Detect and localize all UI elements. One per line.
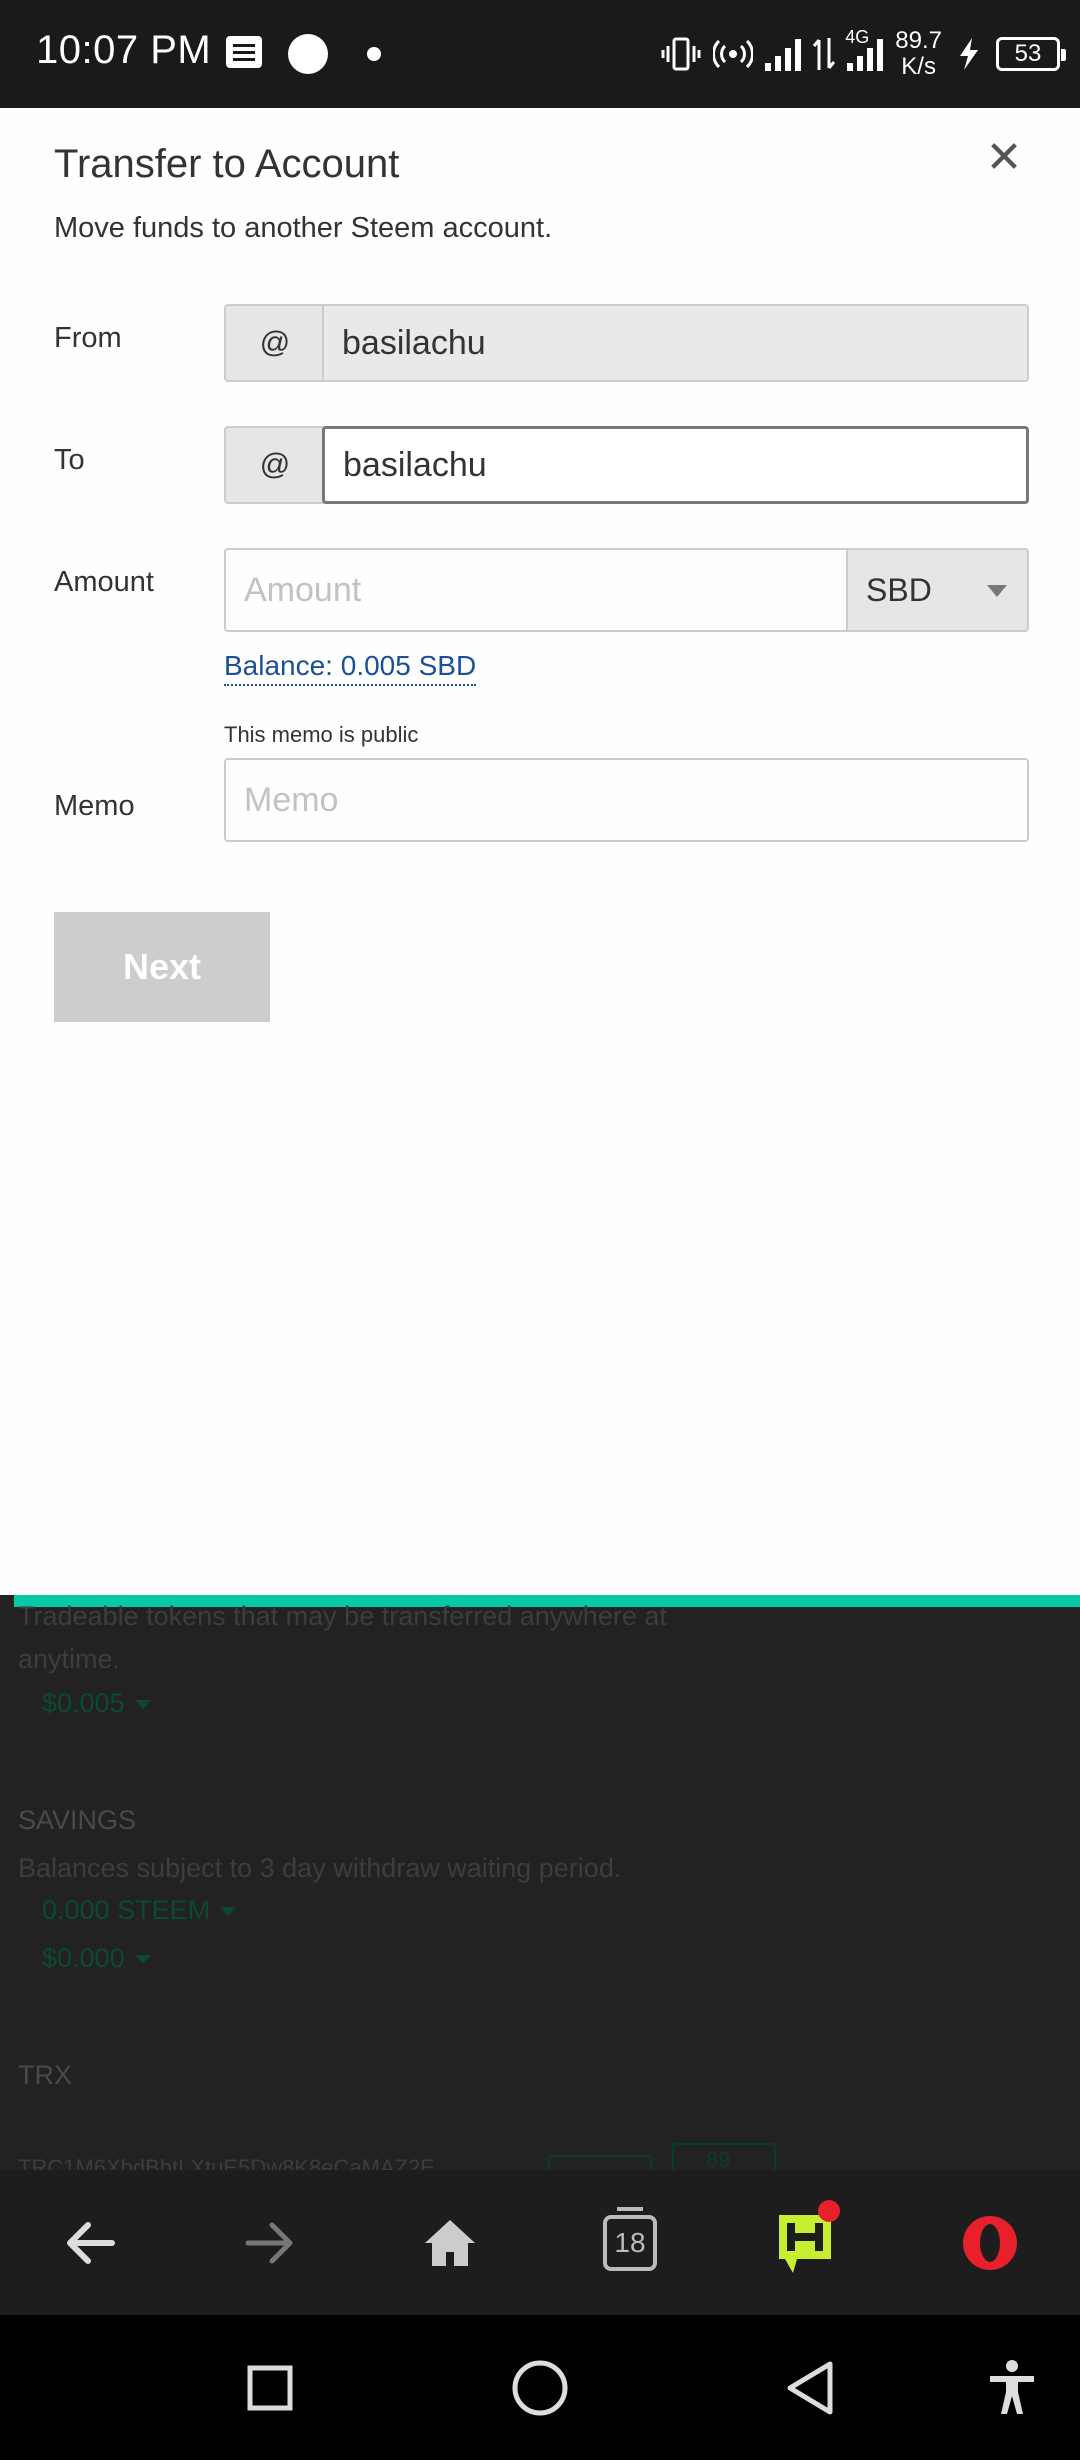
screen: 10:07 PM 4G 89.7 K/s 53 Transfer to Acco… [0,0,1080,2460]
recents-square-icon[interactable] [220,2315,320,2460]
back-arrow-icon[interactable] [45,2170,135,2315]
trx-button-2: 89 [672,2143,776,2170]
from-label: From [54,322,122,354]
amount-input[interactable]: Amount [224,548,848,632]
balance-link[interactable]: Balance: 0.005 SBD [224,650,477,686]
next-button[interactable]: Next [54,912,270,1022]
data-transfer-icon [813,38,836,70]
memo-input[interactable]: Memo [224,758,1029,842]
messenger-app-icon[interactable] [760,2170,850,2315]
browser-toolbar: 18 [0,2170,1080,2315]
to-field[interactable]: basilachu [322,426,1029,504]
tabs-count-icon: 18 [603,2206,657,2271]
sbd-value-dropdown: $0.005 [42,1688,151,1719]
savings-sbd-value: $0.000 [42,1943,125,1973]
vibrate-icon [661,37,701,71]
speed-value: 89.7 [895,27,942,54]
from-field: basilachu [322,304,1029,382]
battery-icon: 53 [996,37,1066,71]
speed-unit: K/s [901,53,936,80]
forward-arrow-icon[interactable] [225,2170,315,2315]
trx-title: TRX [18,2060,72,2090]
sbd-value: $0.005 [42,1688,125,1718]
to-label: To [54,444,85,476]
back-triangle-icon[interactable] [760,2315,860,2460]
modal-subtitle: Move funds to another Steem account. [54,212,553,244]
savings-sbd-dropdown: $0.000 [42,1943,151,1974]
hotspot-icon [713,39,754,69]
asset-select[interactable]: SBD [846,548,1029,632]
savings-steem-value: 0.000 STEEM [42,1895,211,1925]
chevron-down-icon [134,1700,151,1710]
savings-title: SAVINGS [18,1805,137,1835]
chevron-down-icon [134,1955,151,1965]
savings-steem-dropdown: 0.000 STEEM [42,1895,237,1926]
savings-description: Balances subject to 3 day withdraw waiti… [18,1853,622,1883]
status-time: 10:07 PM [36,28,212,72]
background-wallet-page: Tradeable tokens that may be transferred… [0,1595,1080,2170]
trx-button [548,2155,652,2170]
status-icons: 4G 89.7 K/s 53 [661,22,1066,86]
tabs-button[interactable]: 18 [585,2170,675,2315]
chevron-down-icon [987,585,1007,597]
signal-4g: 4G [845,27,884,71]
from-at-prefix: @ [224,304,324,382]
message-notification-icon [226,36,262,68]
modal-title: Transfer to Account [54,142,400,186]
signal-strength-icon [765,37,802,71]
sbd-description-line2: anytime. [18,1644,121,1674]
trx-button-2-label: 89 [706,2147,731,2170]
notification-badge [818,2200,840,2222]
sbd-description-line1: Tradeable tokens that may be transferred… [18,1601,667,1631]
accessibility-icon[interactable] [962,2315,1062,2460]
memo-public-note: This memo is public [224,722,419,747]
home-icon[interactable] [405,2170,495,2315]
system-navigation-bar [0,2315,1080,2460]
close-icon[interactable]: ✕ [984,136,1024,180]
opera-menu-icon[interactable] [945,2170,1035,2315]
charging-icon [960,38,978,70]
home-circle-icon[interactable] [490,2315,590,2460]
amount-label: Amount [54,566,154,598]
asset-select-value: SBD [866,571,932,608]
more-notifications-dot-icon [367,47,381,61]
circle-notification-icon [288,34,328,74]
trx-address: TRC1M6XbdBhtLXtuE5Dw8K8eCaMAZ2E [18,2155,435,2170]
memo-label: Memo [54,790,135,822]
network-type: 4G [845,27,870,47]
network-speed: 89.7 K/s [895,28,942,80]
transfer-modal: Transfer to Account ✕ Move funds to anot… [0,108,1080,1595]
chevron-down-icon [220,1907,237,1917]
to-at-prefix: @ [224,426,324,504]
status-bar: 10:07 PM 4G 89.7 K/s 53 [0,0,1080,108]
